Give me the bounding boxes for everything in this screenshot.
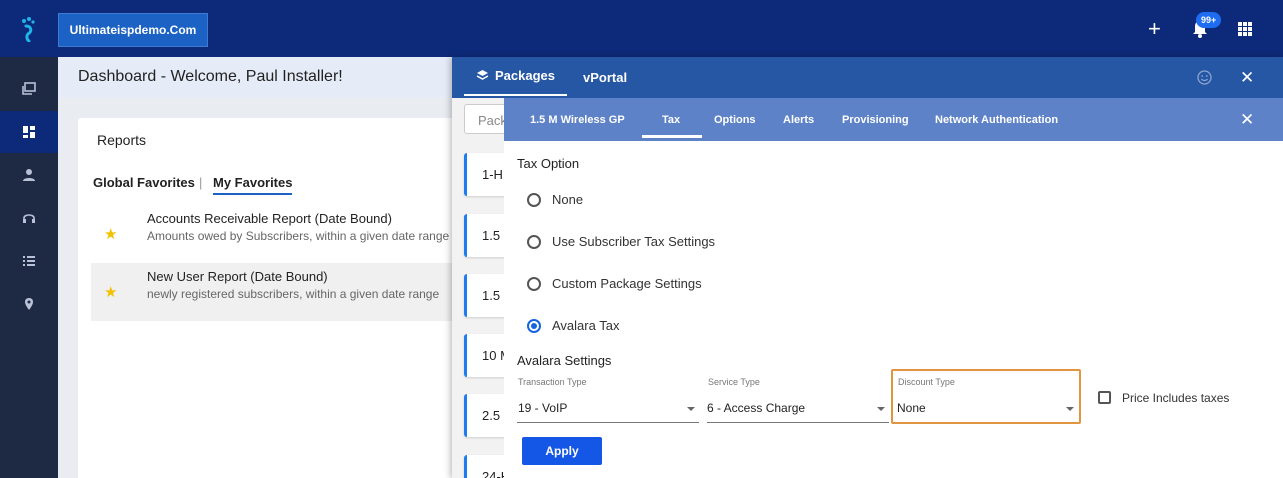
tab-options[interactable]: Options <box>714 114 756 126</box>
tab-packages[interactable]: Packages <box>464 57 567 96</box>
chevron-down-icon[interactable] <box>877 407 885 411</box>
active-tab-indicator <box>642 135 702 138</box>
tab-package-name[interactable]: 1.5 M Wireless GP <box>530 114 625 126</box>
radio-button[interactable] <box>527 276 541 291</box>
service-type-select[interactable]: 6 - Access Charge <box>707 401 805 415</box>
tab-tax[interactable]: Tax <box>662 114 680 126</box>
radio-button[interactable] <box>527 234 541 249</box>
tab-packages-label: Packages <box>495 68 555 83</box>
report-description: newly registered subscribers, within a g… <box>147 287 440 301</box>
package-list-item[interactable]: 1-H <box>464 153 509 196</box>
reports-title: Reports <box>97 132 147 148</box>
sidebar-item-location[interactable] <box>0 283 58 325</box>
avalara-settings-title: Avalara Settings <box>517 353 612 368</box>
radio-tax-subscriber[interactable]: Use Subscriber Tax Settings <box>527 234 715 249</box>
layers-icon <box>476 70 489 80</box>
package-list-item[interactable]: 1.5 <box>464 214 509 257</box>
sidebar-item-list[interactable] <box>0 240 58 282</box>
tab-my-favorites[interactable]: My Favorites <box>213 175 293 195</box>
apply-button[interactable]: Apply <box>522 437 602 465</box>
radio-label: None <box>552 192 584 207</box>
radio-button-checked[interactable] <box>527 318 541 333</box>
packages-header <box>452 57 1283 98</box>
list-icon <box>23 256 35 266</box>
layers-icon <box>22 82 36 95</box>
sidebar-item-dashboard[interactable] <box>0 111 58 153</box>
radio-label: Use Subscriber Tax Settings <box>552 234 716 249</box>
report-title: Accounts Receivable Report (Date Bound) <box>147 211 392 226</box>
star-icon[interactable]: ★ <box>104 283 117 301</box>
tab-separator: | <box>199 175 203 190</box>
discount-type-select[interactable]: None <box>897 401 926 415</box>
transaction-type-label: Transaction Type <box>518 377 587 387</box>
discount-type-label: Discount Type <box>898 377 955 387</box>
sidebar-item-layers[interactable] <box>0 68 58 110</box>
dashboard-icon <box>23 126 35 138</box>
report-row[interactable]: ★ New User Report (Date Bound) newly reg… <box>91 263 458 321</box>
tab-vportal[interactable]: vPortal <box>583 70 627 85</box>
tax-option-title: Tax Option <box>517 156 580 171</box>
star-icon[interactable]: ★ <box>104 225 117 243</box>
package-list-item[interactable]: 2.5 <box>464 394 509 437</box>
location-pin-icon <box>25 298 33 310</box>
sidebar-item-support[interactable] <box>0 197 58 239</box>
chevron-down-icon[interactable] <box>1066 407 1074 411</box>
apps-grid-icon[interactable] <box>1238 22 1252 36</box>
transaction-type-select[interactable]: 19 - VoIP <box>518 401 567 415</box>
close-icon[interactable]: ✕ <box>1240 69 1254 86</box>
price-includes-taxes-label: Price Includes taxes <box>1122 391 1230 405</box>
radio-tax-custom[interactable]: Custom Package Settings <box>527 276 702 291</box>
radio-button[interactable] <box>527 192 541 207</box>
sidebar <box>0 57 58 478</box>
close-icon[interactable]: ✕ <box>1240 111 1254 128</box>
radio-label: Avalara Tax <box>552 318 620 333</box>
radio-label: Custom Package Settings <box>552 276 702 291</box>
tab-network-authentication[interactable]: Network Authentication <box>935 114 1058 126</box>
package-list-item[interactable]: 1.5 <box>464 274 509 317</box>
smiley-icon[interactable] <box>1197 70 1212 85</box>
package-list-item[interactable]: 10 M <box>464 334 509 377</box>
person-icon <box>23 169 35 181</box>
tab-global-favorites[interactable]: Global Favorites <box>93 175 195 190</box>
logo-icon[interactable] <box>18 16 40 42</box>
radio-tax-avalara[interactable]: Avalara Tax <box>527 318 619 333</box>
price-includes-taxes-checkbox[interactable] <box>1098 391 1111 404</box>
tab-alerts[interactable]: Alerts <box>783 114 814 126</box>
report-title: New User Report (Date Bound) <box>147 269 328 284</box>
radio-tax-none[interactable]: None <box>527 192 583 207</box>
service-type-label: Service Type <box>708 377 760 387</box>
headset-icon <box>23 214 35 223</box>
sidebar-item-person[interactable] <box>0 154 58 196</box>
tenant-button[interactable]: Ultimateispdemo.Com <box>58 13 208 47</box>
field-underline <box>517 422 699 423</box>
chevron-down-icon[interactable] <box>687 407 695 411</box>
package-list-item[interactable]: 24-H <box>464 455 509 478</box>
plus-icon[interactable]: + <box>1148 18 1161 40</box>
report-description: Amounts owed by Subscribers, within a gi… <box>147 229 450 243</box>
tab-provisioning[interactable]: Provisioning <box>842 114 909 126</box>
report-row[interactable]: ★ Accounts Receivable Report (Date Bound… <box>91 205 458 263</box>
page-title: Dashboard - Welcome, Paul Installer! <box>78 68 343 85</box>
field-underline <box>707 422 889 423</box>
notification-badge[interactable]: 99+ <box>1196 12 1222 28</box>
